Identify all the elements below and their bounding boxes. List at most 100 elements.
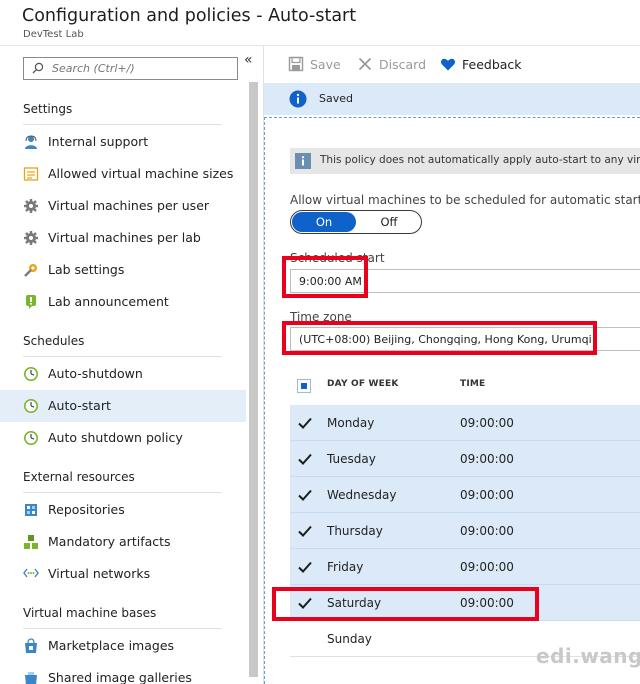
highlight-box-scheduled-start — [282, 256, 368, 298]
policy-info-text: This policy does not automatically apply… — [320, 154, 640, 166]
search-box[interactable] — [23, 57, 238, 80]
row-day: Tuesday — [327, 452, 376, 466]
page-header: Configuration and policies - Auto-start … — [0, 0, 640, 46]
search-icon — [32, 62, 44, 74]
gear-icon — [24, 231, 38, 245]
row-day: Monday — [327, 416, 375, 430]
section-external-resources: External resources — [23, 470, 135, 484]
checkmark-icon[interactable] — [297, 559, 313, 575]
row-day: Sunday — [327, 632, 372, 646]
scrollbar-thumb[interactable] — [249, 82, 258, 677]
clock-icon — [24, 431, 38, 445]
search-input[interactable] — [52, 60, 232, 77]
network-icon — [23, 568, 39, 578]
row-time: 09:00:00 — [460, 524, 514, 538]
highlight-box-time-zone — [282, 321, 597, 355]
checkmark-icon[interactable] — [297, 415, 313, 431]
clock-icon — [24, 399, 38, 413]
sidebar-item-auto-shutdown[interactable]: Auto-shutdown — [0, 358, 246, 390]
info-icon — [289, 90, 307, 108]
schedule-table-header: DAY OF WEEK TIME — [290, 369, 640, 403]
sidebar-item-label: Repositories — [48, 502, 125, 517]
artifacts-icon — [24, 535, 38, 549]
discard-label: Discard — [379, 57, 426, 72]
divider — [23, 356, 222, 357]
row-time: 09:00:00 — [460, 488, 514, 502]
row-time: 09:00:00 — [460, 560, 514, 574]
saved-notification: Saved — [264, 83, 640, 115]
sidebar-item-label: Allowed virtual machine sizes — [48, 166, 234, 181]
checkmark-icon[interactable] — [297, 487, 313, 503]
highlight-box-saturday — [272, 587, 539, 621]
checkmark-icon[interactable] — [297, 451, 313, 467]
sidebar-item-auto-start[interactable]: Auto-start — [0, 390, 246, 422]
heart-icon — [441, 58, 455, 71]
toggle-off-option[interactable]: Off — [359, 212, 419, 232]
table-row-monday[interactable]: Monday 09:00:00 — [290, 405, 640, 441]
select-all-checkbox[interactable] — [297, 379, 311, 393]
wrench-gear-icon — [24, 264, 37, 277]
sidebar-item-lab-settings[interactable]: Lab settings — [0, 254, 246, 286]
collapse-sidebar-icon[interactable]: « — [244, 52, 253, 68]
repository-icon — [25, 504, 37, 516]
sidebar-item-label: Internal support — [48, 134, 149, 149]
sidebar-item-label: Shared image galleries — [48, 670, 192, 684]
sidebar-item-label: Marketplace images — [48, 638, 175, 653]
table-row-friday[interactable]: Friday 09:00:00 — [290, 549, 640, 585]
sidebar-item-allowed-vm-sizes[interactable]: Allowed virtual machine sizes — [0, 158, 246, 190]
gear-icon — [24, 199, 38, 213]
section-schedules: Schedules — [23, 334, 85, 348]
allow-schedule-toggle[interactable]: On Off — [290, 210, 422, 234]
section-settings: Settings — [23, 102, 73, 116]
sidebar-item-shared-image-galleries[interactable]: Shared image galleries — [0, 662, 246, 684]
row-time: 09:00:00 — [460, 452, 514, 466]
notification-text: Saved — [319, 92, 353, 105]
gallery-icon — [25, 672, 37, 684]
row-day: Thursday — [327, 524, 383, 538]
announcement-icon — [26, 295, 36, 309]
sidebar-item-label: Virtual networks — [48, 566, 151, 581]
page-title: Configuration and policies - Auto-start — [22, 6, 357, 26]
row-day: Friday — [327, 560, 364, 574]
sidebar-item-vms-per-lab[interactable]: Virtual machines per lab — [0, 222, 246, 254]
sidebar-item-label: Virtual machines per user — [48, 198, 210, 213]
list-icon — [23, 167, 39, 181]
feedback-label: Feedback — [462, 57, 522, 72]
section-vm-bases: Virtual machine bases — [23, 606, 157, 620]
toggle-on-option[interactable]: On — [292, 212, 356, 232]
column-day-of-week: DAY OF WEEK — [327, 379, 399, 389]
sidebar: « Settings Internal support Allowed virt… — [0, 46, 264, 684]
close-icon — [358, 57, 372, 71]
divider — [23, 628, 222, 629]
sidebar-item-mandatory-artifacts[interactable]: Mandatory artifacts — [0, 526, 246, 558]
row-day: Wednesday — [327, 488, 397, 502]
watermark: edi.wang — [536, 644, 640, 668]
sidebar-item-marketplace-images[interactable]: Marketplace images — [0, 630, 246, 662]
table-row-tuesday[interactable]: Tuesday 09:00:00 — [290, 441, 640, 477]
sidebar-item-lab-announcement[interactable]: Lab announcement — [0, 286, 246, 318]
table-row-thursday[interactable]: Thursday 09:00:00 — [290, 513, 640, 549]
sidebar-item-label: Auto-shutdown — [48, 366, 143, 381]
sidebar-item-auto-shutdown-policy[interactable]: Auto shutdown policy — [0, 422, 246, 454]
checkmark-icon[interactable] — [297, 523, 313, 539]
column-time: TIME — [460, 379, 486, 389]
save-label: Save — [310, 57, 341, 72]
sidebar-item-label: Auto shutdown policy — [48, 430, 183, 445]
sidebar-item-label: Virtual machines per lab — [48, 230, 201, 245]
row-time: 09:00:00 — [460, 416, 514, 430]
table-row-wednesday[interactable]: Wednesday 09:00:00 — [290, 477, 640, 513]
sidebar-item-label: Mandatory artifacts — [48, 534, 171, 549]
sidebar-item-internal-support[interactable]: Internal support — [0, 126, 246, 158]
sidebar-item-repositories[interactable]: Repositories — [0, 494, 246, 526]
marketplace-icon — [25, 638, 37, 653]
person-icon — [25, 135, 37, 149]
info-icon — [295, 153, 311, 169]
sidebar-item-label: Lab announcement — [48, 294, 169, 309]
save-icon — [288, 56, 304, 72]
policy-info-banner: This policy does not automatically apply… — [290, 148, 640, 174]
sidebar-item-vms-per-user[interactable]: Virtual machines per user — [0, 190, 246, 222]
sidebar-item-virtual-networks[interactable]: Virtual networks — [0, 558, 246, 590]
clock-icon — [24, 367, 38, 381]
sidebar-scrollbar[interactable] — [247, 82, 260, 682]
allow-schedule-label: Allow virtual machines to be scheduled f… — [290, 193, 640, 207]
